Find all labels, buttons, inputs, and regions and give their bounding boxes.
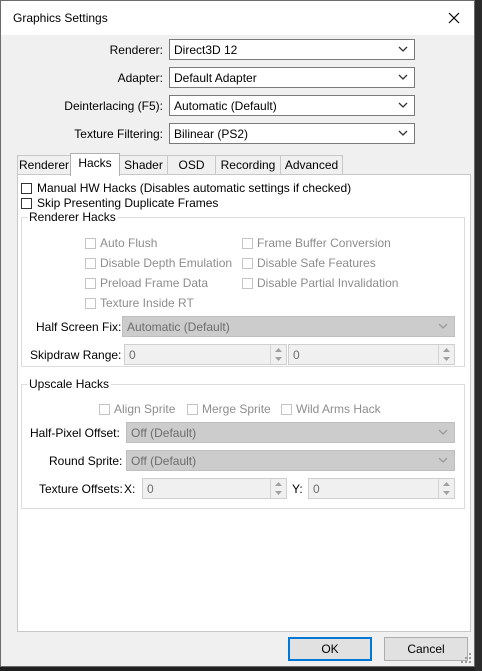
adapter-value: Default Adapter [174, 71, 257, 85]
align-sprite-label: Align Sprite [114, 402, 176, 416]
auto-flush-label: Auto Flush [100, 236, 158, 250]
align-sprite-checkbox[interactable] [99, 404, 110, 415]
half-pixel-offset-value: Off (Default) [131, 426, 197, 440]
renderer-hacks-title: Renderer Hacks [27, 210, 118, 224]
texture-filtering-value: Bilinear (PS2) [174, 127, 249, 141]
disable-depth-emulation-label: Disable Depth Emulation [100, 256, 233, 270]
half-screen-fix-label: Half Screen Fix: [36, 320, 122, 334]
texture-offset-y-label: Y: [292, 482, 303, 496]
preload-frame-data-checkbox[interactable] [85, 278, 96, 289]
frame-buffer-conversion-checkbox[interactable] [242, 238, 253, 249]
spin-down-icon[interactable] [443, 491, 450, 495]
texture-offsets-label: Texture Offsets: [39, 482, 123, 496]
spin-buttons[interactable] [270, 345, 286, 364]
disable-partial-invalidation-label: Disable Partial Invalidation [257, 276, 399, 290]
preload-frame-data-label: Preload Frame Data [100, 276, 209, 290]
skipdraw-end-value: 0 [293, 348, 300, 362]
texture-offset-y-value: 0 [313, 482, 320, 496]
texture-offset-y-spinbox[interactable]: 0 [308, 478, 455, 499]
merge-sprite-checkbox[interactable] [187, 404, 198, 415]
round-sprite-label: Round Sprite: [49, 454, 123, 468]
spin-down-icon[interactable] [275, 357, 282, 361]
skipdraw-end-spinbox[interactable]: 0 [288, 344, 455, 365]
graphics-settings-dialog: Graphics Settings Renderer: Direct3D 12 … [0, 0, 475, 667]
spin-buttons[interactable] [438, 345, 454, 364]
auto-flush-checkbox[interactable] [85, 238, 96, 249]
deinterlacing-value: Automatic (Default) [174, 99, 277, 113]
texture-inside-rt-label: Texture Inside RT [100, 296, 194, 310]
skip-duplicate-frames-checkbox[interactable] [21, 198, 32, 209]
adapter-label: Adapter: [117, 71, 163, 85]
hacks-tab-panel: Manual HW Hacks (Disables automatic sett… [17, 174, 471, 632]
resize-grip-icon[interactable] [461, 653, 471, 663]
tab-shader[interactable]: Shader [119, 155, 168, 175]
tab-renderer[interactable]: Renderer [17, 155, 71, 175]
close-icon [448, 12, 460, 24]
round-sprite-select[interactable]: Off (Default) [126, 450, 455, 471]
adapter-select[interactable]: Default Adapter [169, 67, 415, 88]
spin-down-icon[interactable] [443, 357, 450, 361]
cancel-button[interactable]: Cancel [384, 637, 468, 661]
skipdraw-start-spinbox[interactable]: 0 [124, 344, 287, 365]
texture-offset-x-spinbox[interactable]: 0 [142, 478, 287, 499]
frame-buffer-conversion-label: Frame Buffer Conversion [257, 236, 391, 250]
spin-buttons[interactable] [270, 479, 286, 498]
chevron-down-icon [438, 323, 448, 329]
upscale-hacks-title: Upscale Hacks [27, 377, 112, 391]
merge-sprite-label: Merge Sprite [202, 402, 271, 416]
ok-button[interactable]: OK [288, 637, 372, 661]
tab-advanced[interactable]: Advanced [280, 155, 343, 175]
half-screen-fix-select[interactable]: Automatic (Default) [122, 316, 455, 337]
round-sprite-value: Off (Default) [131, 454, 197, 468]
chevron-down-icon [398, 130, 408, 136]
title-bar: Graphics Settings [1, 1, 474, 35]
deinterlacing-select[interactable]: Automatic (Default) [169, 95, 415, 116]
renderer-value: Direct3D 12 [174, 43, 238, 57]
tab-recording[interactable]: Recording [215, 155, 281, 175]
chevron-down-icon [398, 102, 408, 108]
half-pixel-offset-label: Half-Pixel Offset: [30, 426, 120, 440]
texture-inside-rt-checkbox[interactable] [85, 298, 96, 309]
deinterlacing-label: Deinterlacing (F5): [64, 99, 163, 113]
chevron-down-icon [438, 429, 448, 435]
wild-arms-hack-checkbox[interactable] [281, 404, 292, 415]
renderer-select[interactable]: Direct3D 12 [169, 39, 415, 60]
half-screen-fix-value: Automatic (Default) [127, 320, 230, 334]
background-window [475, 0, 482, 671]
spin-up-icon[interactable] [443, 482, 450, 486]
disable-safe-features-checkbox[interactable] [242, 258, 253, 269]
half-pixel-offset-select[interactable]: Off (Default) [126, 422, 455, 443]
skipdraw-start-value: 0 [129, 348, 136, 362]
tab-osd[interactable]: OSD [167, 155, 216, 175]
spin-up-icon[interactable] [275, 482, 282, 486]
spin-up-icon[interactable] [275, 348, 282, 352]
manual-hw-hacks-label: Manual HW Hacks (Disables automatic sett… [37, 181, 352, 195]
disable-depth-emulation-checkbox[interactable] [85, 258, 96, 269]
texture-filtering-select[interactable]: Bilinear (PS2) [169, 123, 415, 144]
renderer-label: Renderer: [109, 43, 163, 57]
chevron-down-icon [438, 457, 448, 463]
disable-safe-features-label: Disable Safe Features [257, 256, 376, 270]
tab-hacks[interactable]: Hacks [70, 153, 120, 176]
wild-arms-hack-label: Wild Arms Hack [296, 402, 381, 416]
close-button[interactable] [434, 1, 474, 35]
skip-duplicate-frames-label: Skip Presenting Duplicate Frames [37, 196, 219, 210]
spin-buttons[interactable] [438, 479, 454, 498]
texture-filtering-label: Texture Filtering: [74, 127, 163, 141]
manual-hw-hacks-checkbox[interactable] [21, 183, 32, 194]
window-title: Graphics Settings [13, 11, 108, 25]
disable-partial-invalidation-checkbox[interactable] [242, 278, 253, 289]
skipdraw-range-label: Skipdraw Range: [30, 348, 122, 362]
chevron-down-icon [398, 74, 408, 80]
chevron-down-icon [398, 46, 408, 52]
texture-offset-x-label: X: [124, 482, 136, 496]
texture-offset-x-value: 0 [147, 482, 154, 496]
spin-up-icon[interactable] [443, 348, 450, 352]
spin-down-icon[interactable] [275, 491, 282, 495]
